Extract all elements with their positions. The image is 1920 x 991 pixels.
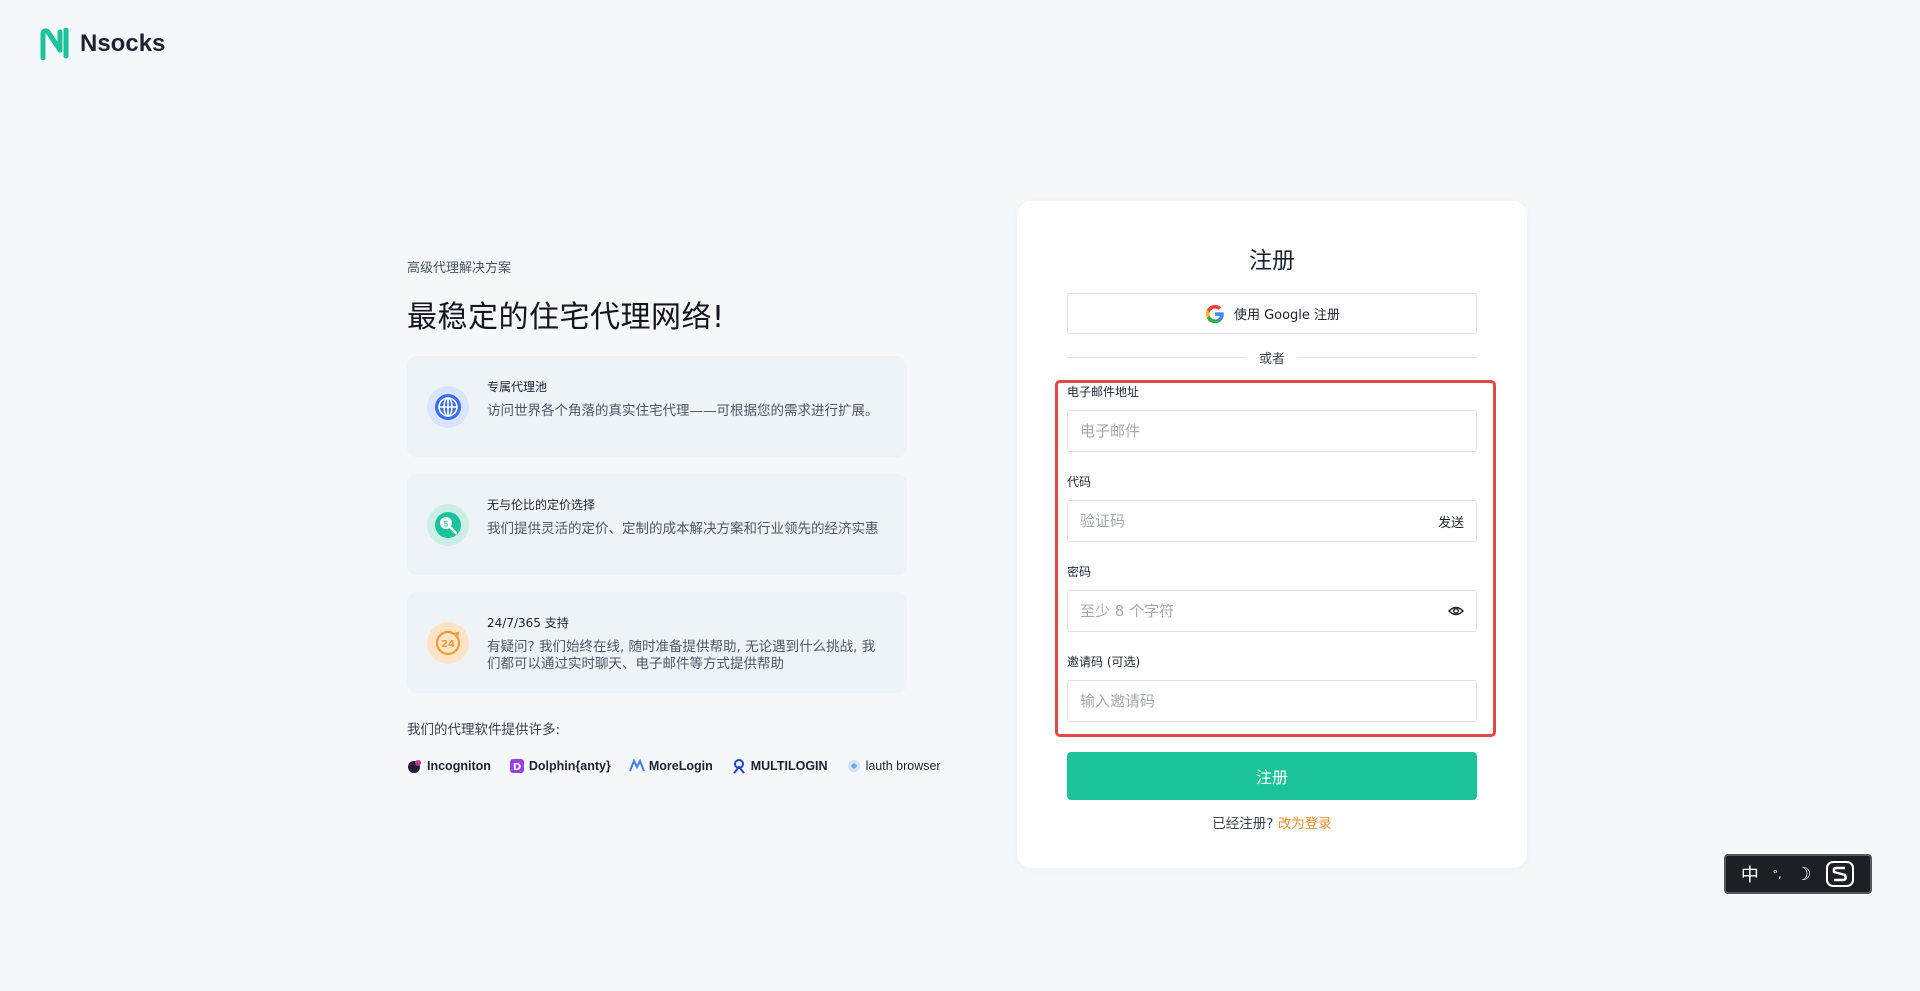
login-prompt: 已经注册? 改为登录 — [1017, 812, 1527, 832]
feature-card-pricing: $ 无与伦比的定价选择 我们提供灵活的定价、定制的成本解决方案和行业领先的经济实… — [407, 474, 907, 575]
google-signup-button[interactable]: 使用 Google 注册 — [1067, 293, 1477, 334]
search-price-icon: $ — [427, 504, 469, 546]
nsocks-logo-icon — [40, 28, 69, 60]
support-24-icon: 24 — [427, 622, 469, 664]
code-field-wrapper: 发送 — [1067, 500, 1477, 542]
register-title: 注册 — [1249, 248, 1295, 274]
svg-text:D: D — [513, 762, 521, 773]
email-label: 电子邮件地址 — [1067, 385, 1140, 399]
partner-incogniton: Incogniton — [407, 758, 491, 774]
brand-name: Nsocks — [80, 30, 166, 57]
svg-text:$: $ — [443, 520, 449, 530]
incogniton-logo-icon — [408, 760, 421, 773]
feature-card-proxy-pool: 专属代理池 访问世界各个角落的真实住宅代理——可根据您的需求进行扩展。 — [407, 356, 907, 457]
brand-logo[interactable]: Nsocks — [40, 28, 165, 60]
login-link[interactable]: 改为登录 — [1278, 816, 1332, 832]
invite-label: 邀请码 (可选) — [1067, 655, 1141, 669]
email-input[interactable] — [1080, 422, 1464, 440]
register-submit-button[interactable]: 注册 — [1067, 752, 1477, 800]
globe-icon — [427, 386, 469, 428]
eye-icon[interactable] — [1448, 603, 1464, 619]
ime-toolbar[interactable]: 中 °, ☽ — [1724, 854, 1872, 894]
password-label: 密码 — [1067, 565, 1092, 579]
lauth-logo-icon — [847, 760, 860, 772]
send-code-button[interactable]: 发送 — [1438, 512, 1464, 531]
hero-title: 最稳定的住宅代理网络! — [407, 300, 725, 335]
partner-lauth: lauth browser — [846, 758, 941, 774]
google-icon — [1205, 304, 1224, 323]
dolphin-logo-icon: D — [509, 759, 524, 773]
feature-desc: 访问世界各个角落的真实住宅代理——可根据您的需求进行扩展。 — [487, 403, 879, 419]
feature-title: 24/7/365 支持 — [487, 616, 569, 630]
feature-title: 专属代理池 — [487, 380, 548, 394]
already-registered-text: 已经注册? — [1212, 816, 1274, 832]
partner-dolphin: D Dolphin{anty} — [509, 758, 611, 774]
svg-text:24: 24 — [441, 639, 455, 650]
google-signup-label: 使用 Google 注册 — [1233, 308, 1341, 323]
partner-morelogin: MoreLogin — [628, 758, 713, 774]
moon-icon[interactable]: ☽ — [1795, 864, 1811, 885]
invite-code-input[interactable] — [1080, 692, 1464, 710]
password-field-wrapper — [1067, 590, 1477, 632]
feature-card-support: 24 24/7/365 支持 有疑问? 我们始终在线, 随时准备提供帮助, 无论… — [407, 592, 907, 693]
partner-multilogin: MULTILOGIN — [731, 758, 828, 774]
feature-list: 专属代理池 访问世界各个角落的真实住宅代理——可根据您的需求进行扩展。 $ 无与… — [407, 356, 927, 693]
feature-desc: 我们提供灵活的定价、定制的成本解决方案和行业领先的经济实惠 — [487, 521, 879, 537]
hero-kicker: 高级代理解决方案 — [407, 261, 512, 276]
morelogin-logo-icon — [628, 758, 645, 772]
code-label: 代码 — [1067, 475, 1092, 489]
ime-language-toggle[interactable]: 中 — [1741, 861, 1759, 887]
email-field-wrapper — [1067, 410, 1477, 452]
register-card: 注册 使用 Google 注册 或者 电子邮件地址 代码 发送 密码 邀请码 (… — [1017, 201, 1527, 868]
feature-title: 无与伦比的定价选择 — [487, 498, 596, 512]
partners-label: 我们的代理软件提供许多: — [407, 722, 561, 738]
ime-punctuation-toggle[interactable]: °, — [1773, 868, 1782, 881]
hero-section: 高级代理解决方案 最稳定的住宅代理网络! 专属代理池 访问世界各个角落的真实住宅… — [407, 257, 927, 693]
feature-desc: 有疑问? 我们始终在线, 随时准备提供帮助, 无论遇到什么挑战, 我们都可以通过… — [487, 639, 876, 672]
password-input[interactable] — [1080, 602, 1448, 620]
partner-logos: Incogniton D Dolphin{anty} MoreLogin MUL… — [407, 758, 941, 774]
or-divider: 或者 — [1067, 349, 1478, 367]
multilogin-logo-icon — [732, 759, 745, 774]
verification-code-input[interactable] — [1080, 512, 1438, 530]
ime-logo-icon[interactable] — [1825, 860, 1855, 888]
invite-field-wrapper — [1067, 680, 1477, 722]
